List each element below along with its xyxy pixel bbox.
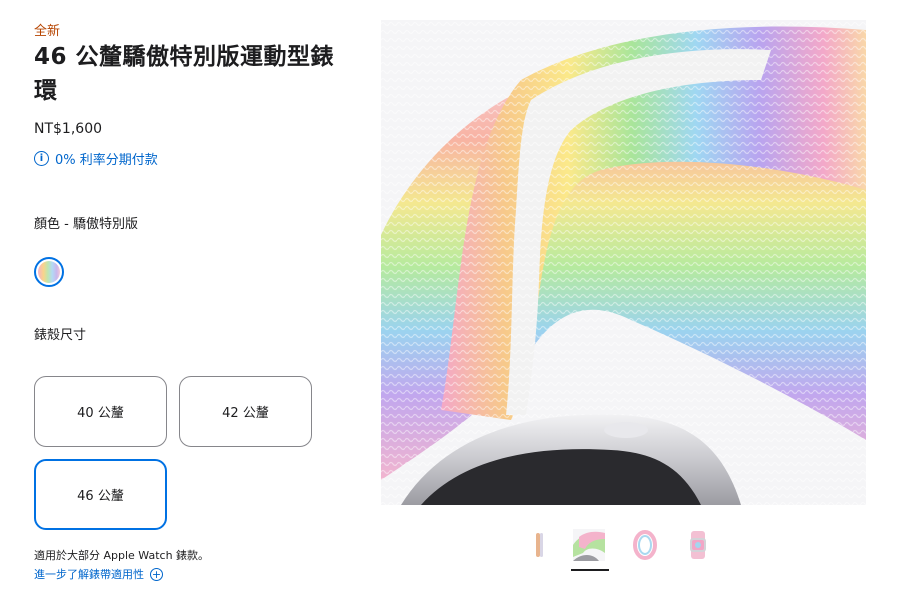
band-loop-thumb-icon [633, 530, 657, 560]
product-title: 46 公釐驕傲特別版運動型錶環 [34, 44, 335, 104]
installment-label: 0% 利率分期付款 [55, 153, 158, 168]
selected-thumb-indicator [571, 569, 609, 571]
product-hero-image [381, 20, 866, 505]
sport-loop-band-image [381, 20, 866, 505]
new-badge: 全新 [34, 24, 61, 39]
band-closeup-thumb-icon [573, 529, 605, 561]
gallery-thumb-3[interactable] [627, 527, 663, 563]
gallery-thumb-4[interactable] [680, 527, 716, 563]
plus-circle-icon: + [150, 567, 163, 581]
size-option-40mm[interactable]: 40 公釐 [34, 376, 167, 447]
swatch-fill [38, 261, 60, 283]
size-option-42mm[interactable]: 42 公釐 [179, 376, 312, 447]
band-compatibility-link[interactable]: 進一步了解錶帶適用性 + [34, 566, 163, 582]
info-icon: i [34, 151, 49, 166]
product-price: NT$1,600 [34, 121, 103, 137]
compatibility-note: 適用於大部分 Apple Watch 錶款。 [34, 549, 210, 562]
band-side-thumb-icon [536, 533, 543, 557]
installment-link[interactable]: i 0% 利率分期付款 [34, 149, 158, 168]
color-swatch-pride[interactable] [34, 257, 64, 287]
gallery-thumb-2[interactable] [571, 527, 607, 563]
color-label: 顏色 - 驕傲特別版 [34, 217, 138, 232]
gallery-thumbnails [520, 527, 720, 571]
case-size-label: 錶殼尺寸 [34, 328, 87, 343]
watch-face-thumb-icon [690, 531, 706, 559]
band-compatibility-label: 進一步了解錶帶適用性 [34, 568, 144, 581]
size-option-46mm[interactable]: 46 公釐 [34, 459, 167, 530]
gallery-thumb-1[interactable] [522, 527, 558, 563]
